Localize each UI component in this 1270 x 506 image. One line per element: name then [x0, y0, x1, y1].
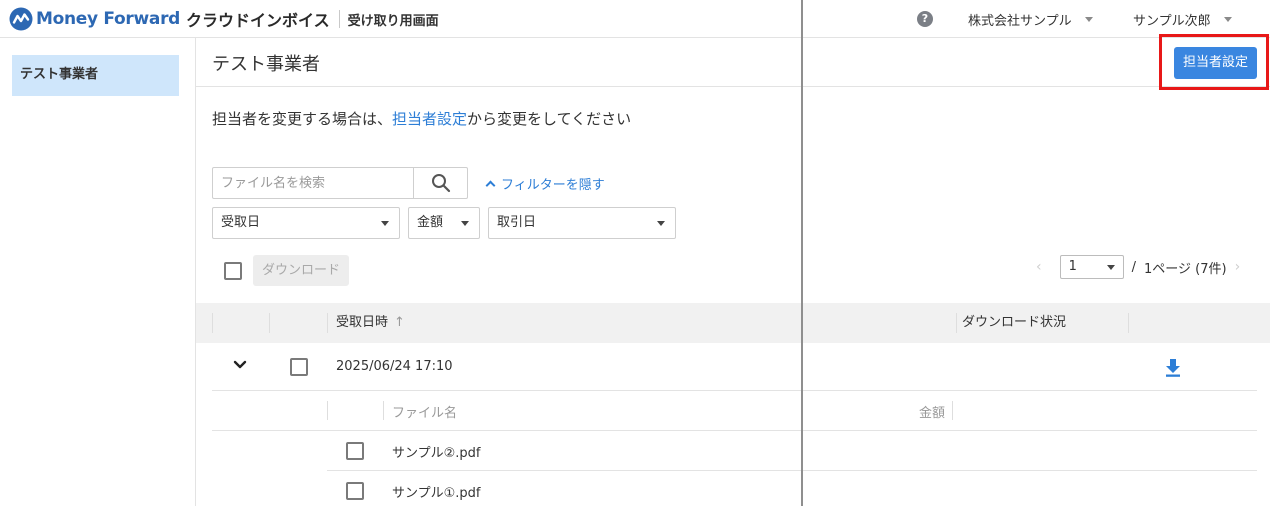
- filter-toggle-label: フィルターを隠す: [501, 178, 605, 193]
- column-divider: [956, 313, 957, 333]
- prev-page-icon[interactable]: ‹: [1036, 259, 1042, 275]
- page-select-value: 1: [1068, 259, 1077, 274]
- select-all-checkbox[interactable]: [224, 262, 242, 280]
- download-button[interactable]: ダウンロード: [253, 255, 349, 286]
- chevron-down-icon: [461, 221, 469, 226]
- row-divider: [327, 470, 1257, 471]
- chevron-down-icon: [1084, 17, 1093, 22]
- received-at-cell: 2025/06/24 17:10: [336, 359, 453, 374]
- chevron-down-icon[interactable]: [233, 360, 247, 370]
- column-divider: [383, 401, 384, 420]
- received-date-filter-label: 受取日: [221, 215, 261, 230]
- column-divider: [1128, 313, 1129, 333]
- row-checkbox[interactable]: [290, 358, 308, 376]
- amount-filter-label: 金額: [417, 215, 444, 230]
- notice-before: 担当者を変更する場合は、: [212, 110, 393, 128]
- column-divider: [952, 401, 953, 420]
- received-date-filter[interactable]: 受取日: [212, 207, 400, 239]
- search-box: [212, 167, 468, 199]
- screen-subtitle: 受け取り用画面: [347, 13, 439, 29]
- sort-ascending-icon: ↑: [394, 315, 405, 330]
- top-bar: Money Forward クラウドインボイス 受け取り用画面 ? 株式会社サン…: [0, 0, 1270, 38]
- contact-settings-link[interactable]: 担当者設定: [392, 110, 467, 128]
- chevron-up-icon: [485, 180, 496, 191]
- row-divider: [212, 390, 1257, 391]
- search-button[interactable]: [413, 168, 467, 198]
- chevron-down-icon: [381, 221, 389, 226]
- app-logo[interactable]: Money Forward クラウドインボイス 受け取り用画面: [9, 7, 439, 31]
- contact-settings-button[interactable]: 担当者設定: [1174, 47, 1257, 79]
- notice-after: から変更をしてください: [467, 110, 632, 128]
- amount-filter[interactable]: 金額: [408, 207, 480, 239]
- file-name-column-label: ファイル名: [392, 406, 458, 421]
- money-forward-logo-icon: [9, 7, 33, 31]
- column-divider: [327, 313, 328, 333]
- table-header: 受取日時 ↑ ダウンロード状況: [196, 303, 1270, 343]
- column-received-at-label: 受取日時: [336, 315, 389, 330]
- notice-text: 担当者を変更する場合は、担当者設定から変更をしてください: [212, 108, 631, 129]
- sidebar: テスト事業者: [0, 38, 196, 506]
- user-name: サンプル次郎: [1133, 14, 1211, 29]
- next-page-icon[interactable]: ›: [1235, 259, 1241, 275]
- column-received-at[interactable]: 受取日時 ↑: [336, 303, 405, 343]
- search-icon: [431, 174, 450, 193]
- filter-toggle-link[interactable]: フィルターを隠す: [485, 174, 605, 193]
- column-divider: [327, 401, 328, 420]
- file-name[interactable]: サンプル②.pdf: [392, 442, 480, 461]
- column-download-status: ダウンロード状況: [962, 315, 1067, 330]
- help-icon[interactable]: ?: [917, 11, 933, 27]
- download-icon[interactable]: [1165, 359, 1181, 377]
- transaction-date-filter[interactable]: 取引日: [488, 207, 676, 239]
- user-menu[interactable]: サンプル次郎: [1133, 10, 1232, 29]
- product-name: クラウドインボイス: [186, 11, 330, 30]
- chevron-down-icon: [1106, 265, 1115, 270]
- title-divider: [196, 86, 1270, 87]
- chevron-down-icon: [1223, 17, 1232, 22]
- split-divider: [801, 0, 803, 506]
- row-divider: [212, 430, 1257, 431]
- brand-name: Money Forward: [36, 9, 181, 29]
- page-summary: 1ページ (7件): [1144, 261, 1227, 277]
- file-checkbox[interactable]: [346, 482, 364, 500]
- file-checkbox[interactable]: [346, 442, 364, 460]
- page-title: テスト事業者: [212, 54, 320, 75]
- page-slash: /: [1131, 259, 1136, 275]
- chevron-down-icon: [657, 221, 665, 226]
- page-select[interactable]: 1: [1059, 255, 1124, 279]
- column-divider: [212, 313, 213, 333]
- pagination: ‹ 1 / 1ページ (7件) ›: [1036, 255, 1240, 279]
- sidebar-item-business[interactable]: テスト事業者: [12, 55, 179, 96]
- company-name: 株式会社サンプル: [968, 14, 1072, 29]
- search-input[interactable]: [213, 168, 413, 198]
- amount-column-label: 金額: [919, 406, 946, 421]
- header-divider: [338, 10, 340, 28]
- company-menu[interactable]: 株式会社サンプル: [968, 10, 1093, 29]
- transaction-date-filter-label: 取引日: [497, 215, 537, 230]
- file-name[interactable]: サンプル①.pdf: [392, 482, 480, 501]
- column-divider: [269, 313, 270, 333]
